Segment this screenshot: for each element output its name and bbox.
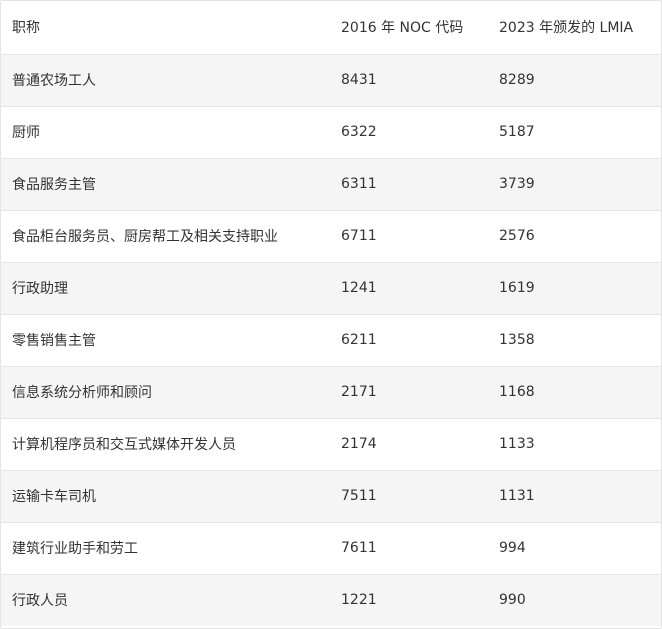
table-row: 厨师 6322 5187 [1,106,661,159]
table-row: 食品服务主管 6311 3739 [1,158,661,211]
header-lmia-count: 2023 年颁发的 LMIA [488,1,661,55]
cell-noc-code: 6211 [330,314,488,367]
cell-job-title: 行政人员 [1,574,330,626]
cell-noc-code: 6322 [330,106,488,159]
lmia-table-container: 职称 2016 年 NOC 代码 2023 年颁发的 LMIA 普通农场工人 84… [0,0,662,629]
cell-job-title: 运输卡车司机 [1,470,330,523]
cell-lmia-count: 1133 [488,418,661,471]
table-row: 食品柜台服务员、厨房帮工及相关支持职业 6711 2576 [1,210,661,263]
table-body: 普通农场工人 8431 8289 厨师 6322 5187 食品服务主管 6311 3739 食品… [1,54,661,626]
cell-noc-code: 7611 [330,522,488,575]
cell-lmia-count: 994 [488,522,661,575]
cell-noc-code: 1221 [330,574,488,626]
cell-job-title: 行政助理 [1,262,330,315]
cell-noc-code: 6711 [330,210,488,263]
cell-job-title: 建筑行业助手和劳工 [1,522,330,575]
cell-noc-code: 1241 [330,262,488,315]
table-row: 行政助理 1241 1619 [1,262,661,315]
cell-lmia-count: 2576 [488,210,661,263]
table-header: 职称 2016 年 NOC 代码 2023 年颁发的 LMIA [1,1,661,55]
cell-job-title: 食品柜台服务员、厨房帮工及相关支持职业 [1,210,330,263]
lmia-table: 职称 2016 年 NOC 代码 2023 年颁发的 LMIA 普通农场工人 84… [1,1,661,626]
cell-lmia-count: 990 [488,574,661,626]
cell-job-title: 食品服务主管 [1,158,330,211]
cell-noc-code: 7511 [330,470,488,523]
header-row: 职称 2016 年 NOC 代码 2023 年颁发的 LMIA [1,1,661,55]
cell-lmia-count: 1358 [488,314,661,367]
cell-noc-code: 2174 [330,418,488,471]
cell-job-title: 信息系统分析师和顾问 [1,366,330,419]
cell-job-title: 厨师 [1,106,330,159]
table-row: 普通农场工人 8431 8289 [1,54,661,107]
cell-job-title: 零售销售主管 [1,314,330,367]
cell-job-title: 普通农场工人 [1,54,330,107]
header-noc-code: 2016 年 NOC 代码 [330,1,488,55]
header-job-title: 职称 [1,1,330,55]
table-row: 行政人员 1221 990 [1,574,661,626]
cell-lmia-count: 8289 [488,54,661,107]
cell-lmia-count: 5187 [488,106,661,159]
cell-lmia-count: 1619 [488,262,661,315]
cell-noc-code: 8431 [330,54,488,107]
table-row: 建筑行业助手和劳工 7611 994 [1,522,661,575]
table-row: 运输卡车司机 7511 1131 [1,470,661,523]
table-row: 信息系统分析师和顾问 2171 1168 [1,366,661,419]
cell-lmia-count: 1131 [488,470,661,523]
table-row: 零售销售主管 6211 1358 [1,314,661,367]
cell-lmia-count: 3739 [488,158,661,211]
cell-job-title: 计算机程序员和交互式媒体开发人员 [1,418,330,471]
cell-noc-code: 2171 [330,366,488,419]
cell-noc-code: 6311 [330,158,488,211]
cell-lmia-count: 1168 [488,366,661,419]
table-row: 计算机程序员和交互式媒体开发人员 2174 1133 [1,418,661,471]
